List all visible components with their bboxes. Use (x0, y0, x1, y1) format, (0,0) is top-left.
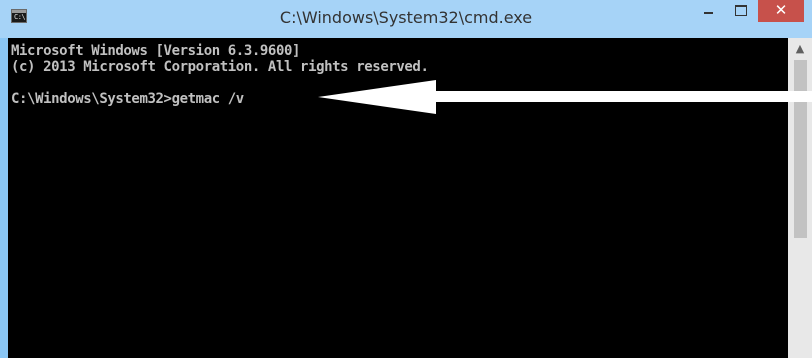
cmd-window: C:\ C:\Windows\System32\cmd.exe ✕ Micros… (0, 0, 812, 358)
window-title: C:\Windows\System32\cmd.exe (279, 8, 533, 27)
console-output[interactable]: Microsoft Windows [Version 6.3.9600] (c)… (8, 38, 788, 358)
console-line-command: C:\Windows\System32>getmac /v (11, 91, 244, 107)
close-button[interactable]: ✕ (758, 0, 804, 22)
scroll-thumb[interactable] (794, 60, 807, 238)
vertical-scrollbar[interactable]: ▲ (788, 38, 812, 358)
console-line-copyright: (c) 2013 Microsoft Corporation. All righ… (11, 59, 429, 75)
title-bar[interactable]: C:\ C:\Windows\System32\cmd.exe ✕ (0, 0, 812, 38)
minimize-button[interactable] (692, 0, 726, 22)
scroll-up-arrow-icon[interactable]: ▲ (788, 38, 812, 60)
console-line-version: Microsoft Windows [Version 6.3.9600] (11, 43, 301, 59)
maximize-button[interactable] (726, 0, 756, 22)
